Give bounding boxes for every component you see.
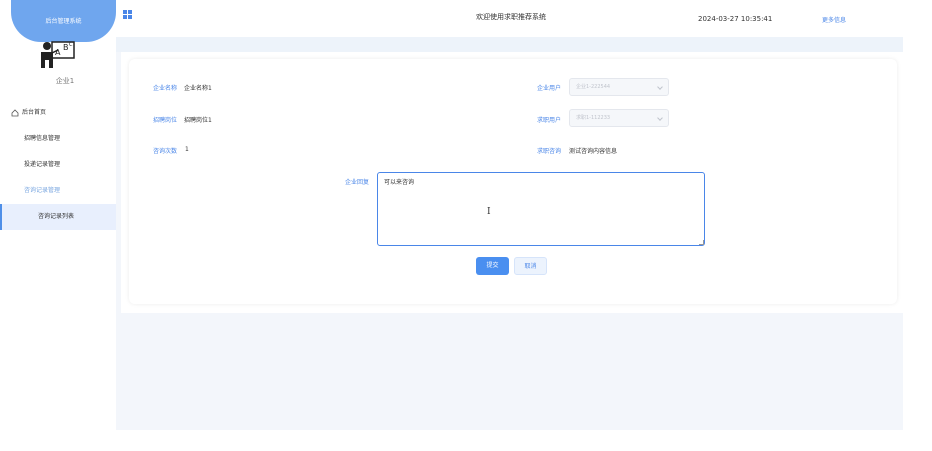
more-info-link[interactable]: 更多信息: [822, 15, 846, 24]
topbar: 欢迎使用求职推荐系统 2024-03-27 10:35:41 更多信息: [116, 0, 903, 37]
sidebar-item-label: 招聘信息管理: [24, 135, 61, 142]
sidebar-item-label: 投递记录管理: [24, 161, 61, 168]
company-user-label: 企业用户: [537, 85, 562, 92]
position-label: 招聘岗位: [153, 117, 178, 124]
svg-text:C: C: [69, 42, 73, 48]
sidebar-item-label: 咨询记录管理: [24, 187, 61, 194]
reply-textarea[interactable]: 可以来咨询: [377, 172, 705, 246]
page-title: 欢迎使用求职推荐系统: [476, 13, 546, 21]
consult-content-value: 测试咨询内容信息: [569, 148, 618, 155]
cancel-button[interactable]: 取消: [514, 257, 547, 275]
chevron-down-icon: [657, 84, 663, 90]
current-datetime: 2024-03-27 10:35:41: [698, 15, 773, 23]
consult-count-value: 1: [185, 146, 189, 153]
resize-handle-icon[interactable]: [699, 240, 704, 245]
job-seeker-label: 求职用户: [537, 117, 562, 124]
consult-content-label: 求职咨询: [537, 148, 562, 155]
text-cursor-icon: I: [487, 207, 491, 217]
company-name-value: 企业名称1: [184, 85, 212, 92]
sidebar-item-delivery-records[interactable]: 投递记录管理: [0, 152, 116, 178]
svg-text:A: A: [55, 48, 61, 57]
username: 企业1: [55, 77, 75, 85]
sidebar-item-label: 咨询记录列表: [38, 213, 75, 220]
sidebar-menu: 后台首页 招聘信息管理 投递记录管理 咨询记录管理 咨询记录列表: [0, 100, 116, 230]
company-user-value: 企业1-222544: [576, 84, 611, 90]
sidebar-item-job-info[interactable]: 招聘信息管理: [0, 126, 116, 152]
home-icon: [11, 109, 19, 117]
sidebar: 后台管理系统 A B C 企业1 后台首页 招聘信息管理 投递记录管理 咨询记录…: [0, 0, 116, 430]
menu-grid-icon[interactable]: [123, 10, 132, 19]
submit-button[interactable]: 提交: [476, 257, 509, 275]
sidebar-item-label: 后台首页: [22, 109, 47, 116]
brand-logo-title: 后台管理系统: [11, 0, 116, 42]
svg-text:B: B: [63, 43, 69, 52]
avatar: A B C: [41, 41, 75, 68]
company-user-select[interactable]: 企业1-222544: [569, 78, 669, 96]
chevron-down-icon: [657, 115, 663, 121]
job-seeker-value: 求职1-112233: [576, 115, 611, 121]
position-value: 招聘岗位1: [184, 117, 212, 124]
sidebar-item-consult-list[interactable]: 咨询记录列表: [0, 204, 116, 230]
reply-label: 企业回复: [345, 179, 370, 186]
consult-count-label: 咨询次数: [153, 148, 178, 155]
sidebar-item-consult-records[interactable]: 咨询记录管理: [0, 178, 116, 204]
job-seeker-select[interactable]: 求职1-112233: [569, 109, 669, 127]
sidebar-item-home[interactable]: 后台首页: [0, 100, 116, 126]
breadcrumb-strip: [116, 37, 903, 52]
company-name-label: 企业名称: [153, 85, 178, 92]
